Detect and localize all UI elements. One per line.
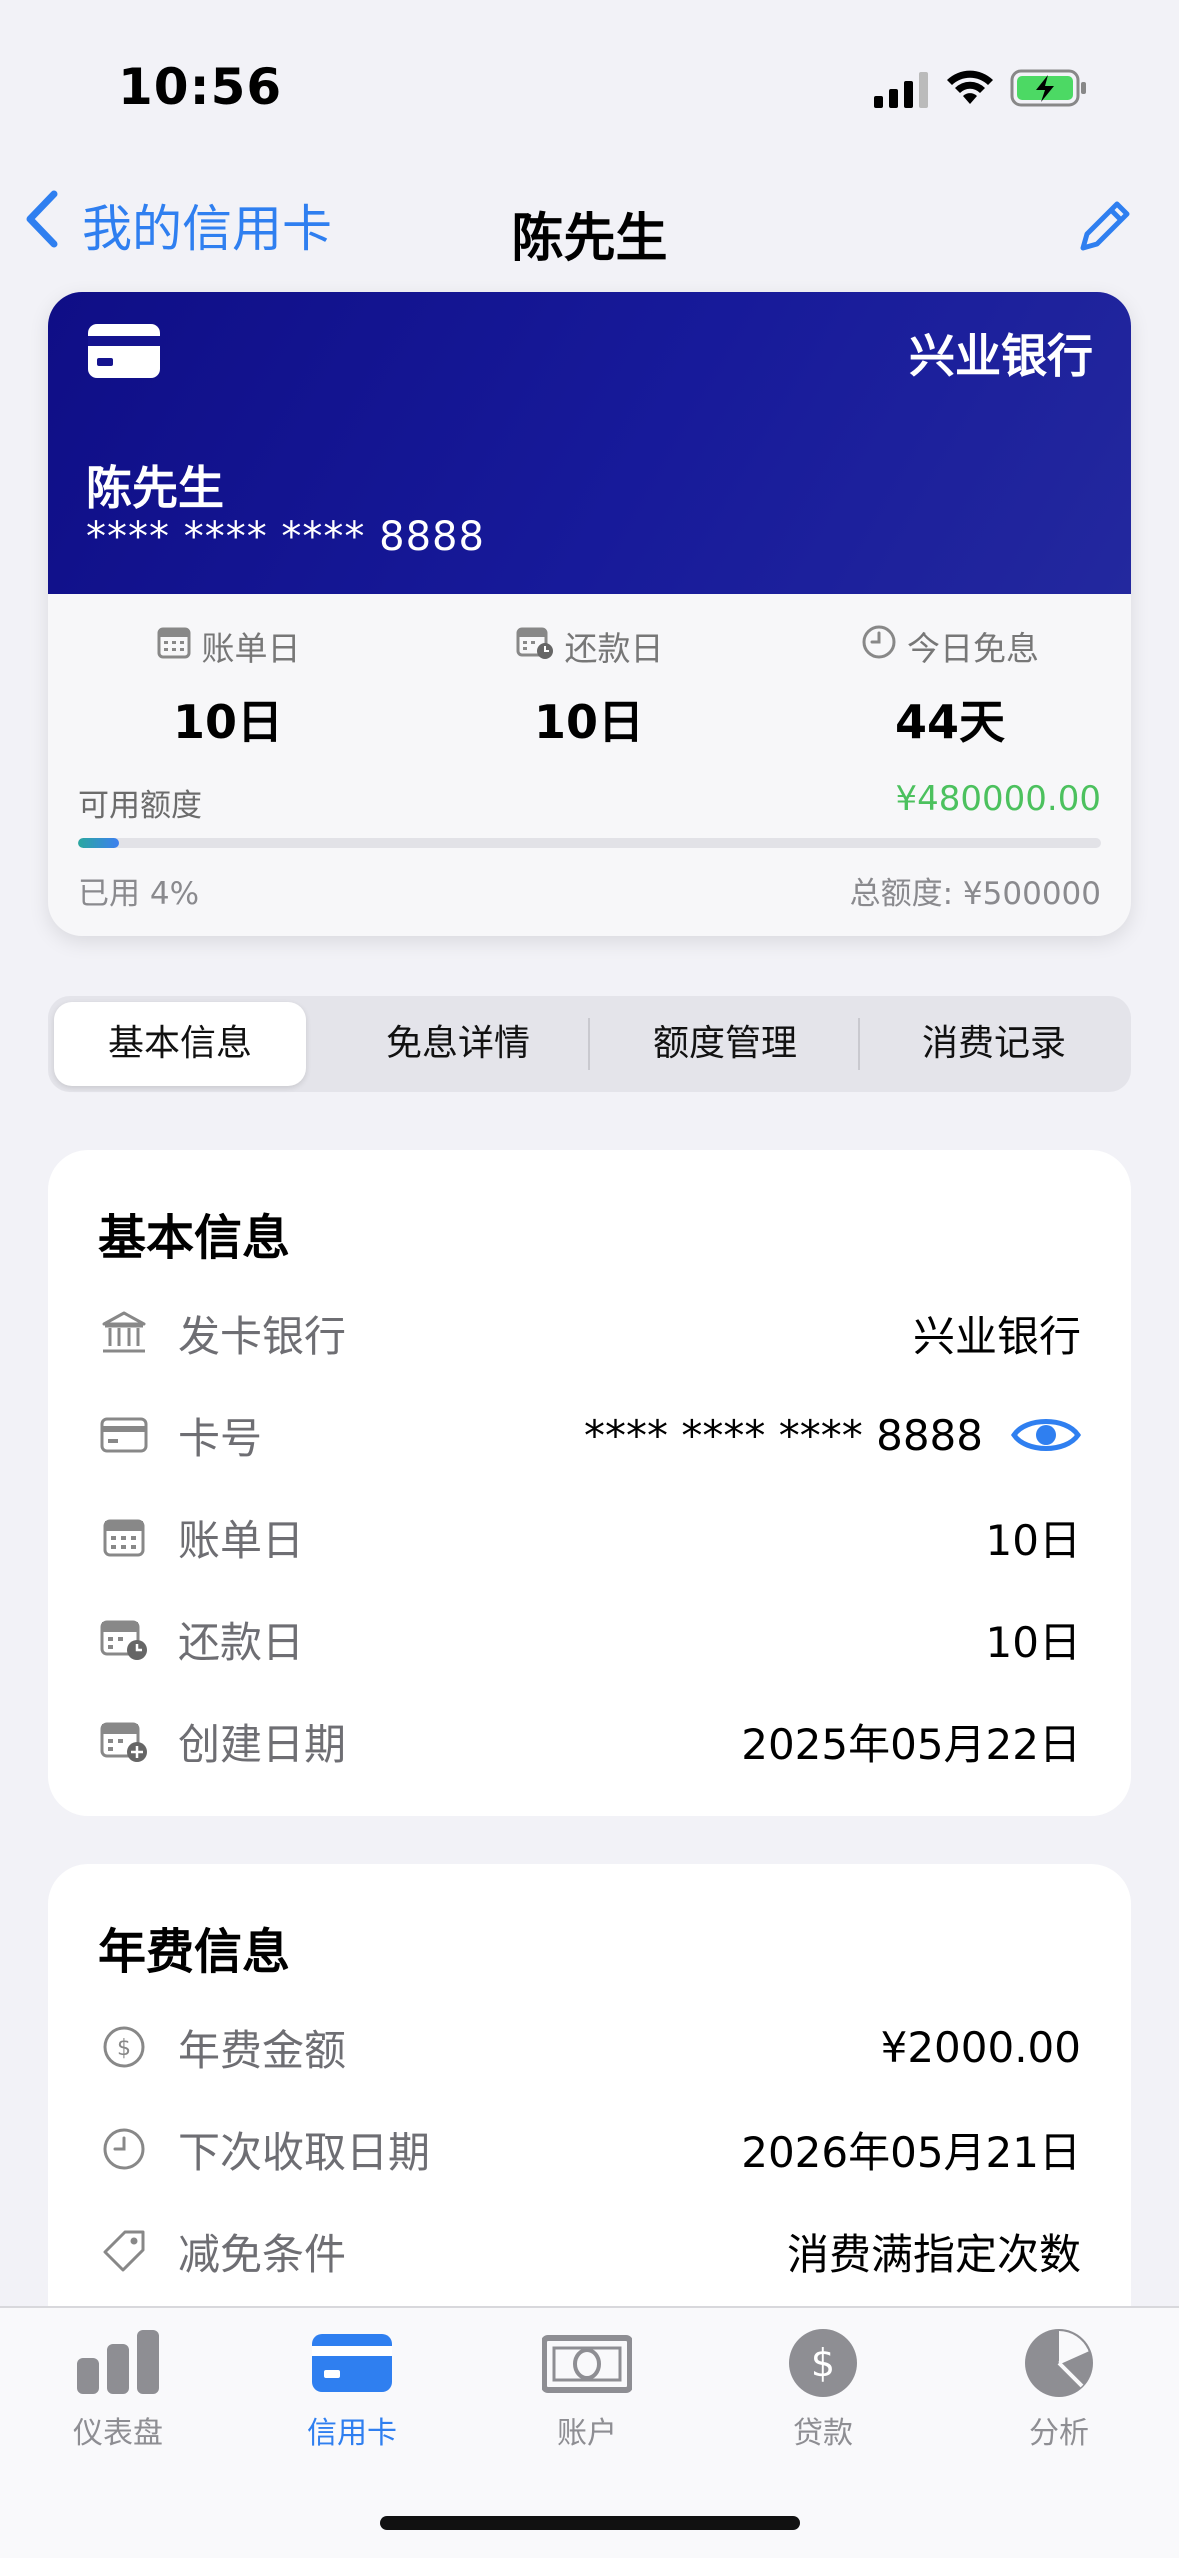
row-value: 兴业银行 — [912, 1311, 1081, 1361]
available-credit-label: 可用额度 — [78, 788, 202, 824]
calendar-clock-icon — [515, 624, 555, 668]
basic-info-panel: 基本信息 发卡银行 兴业银行 卡号 **** **** **** 8888 账单… — [48, 1150, 1131, 1816]
stat-repayment-day: 还款日 10日 — [409, 622, 769, 752]
tab-spending-records[interactable]: 消费记录 — [862, 1002, 1126, 1086]
total-credit: 总额度: ¥500000 — [849, 876, 1101, 912]
card-bank-name: 兴业银行 — [909, 329, 1093, 383]
tab-interest-free-details[interactable]: 免息详情 — [328, 1002, 588, 1086]
used-percent: 已用 4% — [78, 876, 200, 912]
bank-icon — [98, 1307, 150, 1359]
eye-icon[interactable] — [1011, 1412, 1081, 1458]
card-icon — [98, 1409, 150, 1461]
segment-control: 基本信息 免息详情 额度管理 消费记录 — [48, 996, 1131, 1092]
calendar-clock-icon — [98, 1613, 150, 1665]
stat-value: 10日 — [533, 695, 644, 749]
page-title: 陈先生 — [511, 209, 668, 269]
bar-chart-icon — [28, 2328, 208, 2402]
clock-icon — [861, 624, 897, 668]
row-label: 还款日 — [178, 1617, 305, 1667]
home-indicator — [380, 2516, 800, 2530]
edit-button[interactable] — [1075, 196, 1135, 260]
info-row-repayment-day: 还款日 10日 — [98, 1604, 1081, 1674]
pie-chart-icon — [969, 2328, 1149, 2402]
info-row-issuing-bank: 发卡银行 兴业银行 — [98, 1298, 1081, 1368]
pencil-icon — [1075, 201, 1135, 260]
card-face: 兴业银行 陈先生 **** **** **** 8888 — [48, 292, 1131, 594]
info-row-card-number: 卡号 **** **** **** 8888 — [98, 1400, 1081, 1470]
credit-usage-fill — [78, 838, 119, 848]
info-row-waiver-condition: 减免条件 消费满指定次数 — [98, 2216, 1081, 2286]
credit-usage-bar — [78, 838, 1101, 848]
row-value: ¥2000.00 — [880, 2022, 1081, 2072]
card-number: **** **** **** 8888 — [86, 514, 485, 560]
tab-accounts[interactable]: 账户 — [497, 2328, 677, 2452]
tab-credit-card[interactable]: 信用卡 — [262, 2328, 442, 2452]
card-icon — [88, 324, 160, 382]
credit-card-summary[interactable]: 兴业银行 陈先生 **** **** **** 8888 账单日 10日 还款日… — [48, 292, 1131, 936]
row-label: 减免条件 — [178, 2229, 347, 2279]
calendar-icon — [98, 1511, 150, 1563]
segment-divider — [588, 1018, 590, 1070]
svg-text:$: $ — [811, 2341, 835, 2385]
battery-icon — [1010, 68, 1090, 112]
banknote-icon — [497, 2328, 677, 2402]
info-row-next-charge-date: 下次收取日期 2026年05月21日 — [98, 2114, 1081, 2184]
row-value: 消费满指定次数 — [786, 2229, 1081, 2279]
dollar-circle-icon: $ — [733, 2328, 913, 2402]
row-value: 2025年05月22日 — [741, 1719, 1081, 1769]
row-label: 账单日 — [178, 1515, 305, 1565]
info-row-created-date: 创建日期 2025年05月22日 — [98, 1706, 1081, 1776]
dollar-circle-icon: $ — [98, 2021, 150, 2073]
section-title: 基本信息 — [98, 1210, 291, 1266]
calendar-plus-icon — [98, 1715, 150, 1767]
tab-loans[interactable]: $ 贷款 — [733, 2328, 913, 2452]
info-row-annual-fee-amount: $ 年费金额 ¥2000.00 — [98, 2012, 1081, 2082]
tag-icon — [98, 2225, 150, 2277]
status-time: 10:56 — [118, 58, 283, 116]
tab-dashboard[interactable]: 仪表盘 — [28, 2328, 208, 2452]
tab-basic-info[interactable]: 基本信息 — [54, 1002, 306, 1086]
available-credit-value: ¥480000.00 — [895, 779, 1102, 819]
clock-icon — [98, 2123, 150, 2175]
stat-value: 44天 — [894, 695, 1005, 749]
tab-credit-limit-management[interactable]: 额度管理 — [592, 1002, 858, 1086]
row-label: 创建日期 — [178, 1719, 347, 1769]
card-holder-name: 陈先生 — [86, 461, 224, 515]
svg-text:$: $ — [117, 2036, 131, 2061]
row-label: 卡号 — [178, 1413, 263, 1463]
cellular-signal-icon — [874, 72, 930, 112]
row-label: 下次收取日期 — [178, 2127, 431, 2177]
stat-interest-free-days: 今日免息 44天 — [770, 622, 1130, 752]
row-value: 10日 — [985, 1515, 1081, 1565]
row-value: **** **** **** 8888 — [584, 1410, 983, 1460]
segment-divider — [858, 1018, 860, 1070]
section-title: 年费信息 — [98, 1924, 291, 1980]
row-label: 发卡银行 — [178, 1311, 347, 1361]
credit-card-icon — [262, 2328, 442, 2402]
row-label: 年费金额 — [178, 2025, 347, 2075]
row-value: 2026年05月21日 — [741, 2127, 1081, 2177]
wifi-icon — [946, 68, 994, 110]
stat-value: 10日 — [172, 695, 283, 749]
tab-analytics[interactable]: 分析 — [969, 2328, 1149, 2452]
stat-statement-day: 账单日 10日 — [48, 622, 408, 752]
calendar-icon — [156, 624, 192, 668]
row-value: 10日 — [985, 1617, 1081, 1667]
info-row-statement-day: 账单日 10日 — [98, 1502, 1081, 1572]
